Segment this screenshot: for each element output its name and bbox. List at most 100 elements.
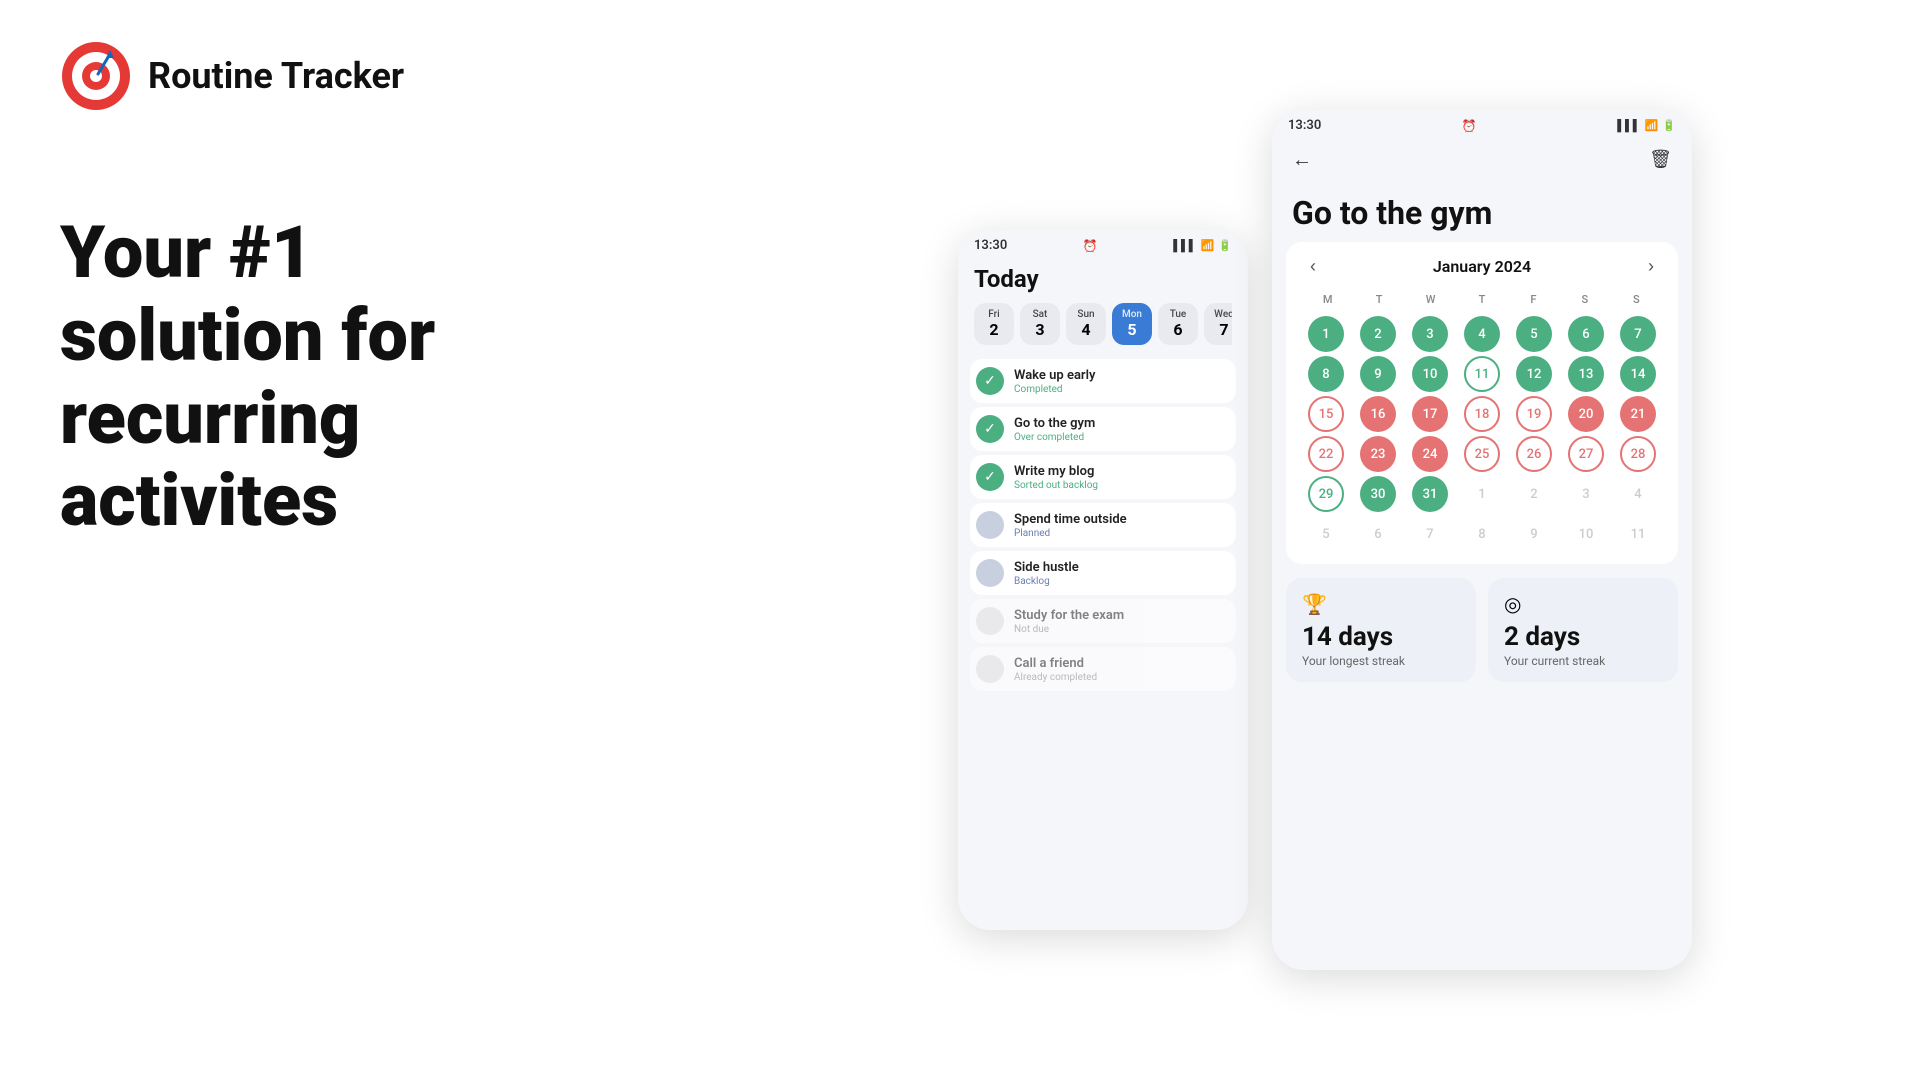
date-num: 2	[989, 320, 998, 339]
phone2-nav: ← 🗑	[1272, 137, 1692, 178]
task-info: Side hustle Backlog	[1014, 560, 1230, 587]
calendar: ‹ January 2024 › MTWTFSS 123456789101112…	[1286, 242, 1678, 564]
calendar-day[interactable]: 11	[1620, 516, 1656, 552]
calendar-day[interactable]: 26	[1516, 436, 1552, 472]
task-checkbox	[976, 559, 1004, 587]
task-item[interactable]: Study for the exam Not due	[970, 599, 1236, 643]
calendar-day[interactable]: 29	[1308, 476, 1344, 512]
calendar-day[interactable]: 17	[1412, 396, 1448, 432]
task-info: Write my blog Sorted out backlog	[1014, 464, 1230, 491]
task-info: Study for the exam Not due	[1014, 608, 1230, 635]
calendar-day[interactable]: 14	[1620, 356, 1656, 392]
date-num: 3	[1035, 320, 1044, 339]
calendar-day[interactable]: 4	[1464, 316, 1500, 352]
calendar-day[interactable]: 30	[1360, 476, 1396, 512]
task-item[interactable]: ✓ Wake up early Completed	[970, 359, 1236, 403]
today-title: Today	[974, 265, 1232, 293]
calendar-day[interactable]: 18	[1464, 396, 1500, 432]
streak-label: Your longest streak	[1302, 654, 1460, 668]
task-checkbox: ✓	[976, 463, 1004, 491]
streak-card: 🏆 14 days Your longest streak	[1286, 578, 1476, 682]
task-item[interactable]: ✓ Write my blog Sorted out backlog	[970, 455, 1236, 499]
calendar-day[interactable]: 2	[1360, 316, 1396, 352]
task-checkbox: ✓	[976, 367, 1004, 395]
calendar-weekday: T	[1353, 289, 1404, 310]
calendar-day[interactable]: 8	[1464, 516, 1500, 552]
calendar-nav: ‹ January 2024 ›	[1302, 254, 1662, 279]
calendar-day[interactable]: 25	[1464, 436, 1500, 472]
calendar-day[interactable]: 6	[1568, 316, 1604, 352]
calendar-day[interactable]: 5	[1308, 516, 1344, 552]
calendar-day[interactable]: 10	[1412, 356, 1448, 392]
calendar-day[interactable]: 1	[1308, 316, 1344, 352]
calendar-day[interactable]: 24	[1412, 436, 1448, 472]
left-section: Routine Tracker Your #1 solution for rec…	[0, 0, 750, 1080]
calendar-day[interactable]: 28	[1620, 436, 1656, 472]
calendar-day[interactable]: 9	[1360, 356, 1396, 392]
calendar-day[interactable]: 4	[1620, 476, 1656, 512]
date-item[interactable]: Mon5	[1112, 303, 1152, 345]
date-item[interactable]: Wed7	[1204, 303, 1232, 345]
calendar-day[interactable]: 22	[1308, 436, 1344, 472]
date-item[interactable]: Fri2	[974, 303, 1014, 345]
status-icons-1: ▌▌▌ 📶 🔋	[1173, 239, 1232, 252]
task-status: Not due	[1014, 624, 1230, 635]
date-item[interactable]: Sat3	[1020, 303, 1060, 345]
task-item[interactable]: ✓ Go to the gym Over completed	[970, 407, 1236, 451]
status-time-2: 13:30	[1288, 118, 1321, 133]
wifi-icon: 📶	[1201, 239, 1215, 252]
calendar-day[interactable]: 13	[1568, 356, 1604, 392]
calendar-day[interactable]: 19	[1516, 396, 1552, 432]
calendar-day[interactable]: 16	[1360, 396, 1396, 432]
next-month-button[interactable]: ›	[1640, 254, 1662, 279]
task-checkbox	[976, 607, 1004, 635]
back-button[interactable]: ←	[1292, 147, 1312, 172]
calendar-day[interactable]: 7	[1620, 316, 1656, 352]
streak-card: ◎ 2 days Your current streak	[1488, 578, 1678, 682]
streak-days: 2 days	[1504, 622, 1662, 652]
task-checkbox: ✓	[976, 415, 1004, 443]
signal-icon: ▌▌▌	[1173, 239, 1196, 252]
wifi-icon-2: 📶	[1645, 119, 1659, 132]
calendar-day[interactable]: 10	[1568, 516, 1604, 552]
date-num: 4	[1081, 320, 1090, 339]
prev-month-button[interactable]: ‹	[1302, 254, 1324, 279]
calendar-day[interactable]: 21	[1620, 396, 1656, 432]
calendar-day[interactable]: 23	[1360, 436, 1396, 472]
calendar-day[interactable]: 5	[1516, 316, 1552, 352]
phone2-screen: 13:30 ⏰ ▌▌▌ 📶 🔋 ← 🗑 Go to the gym ‹ Janu…	[1272, 110, 1692, 970]
status-bar-2: 13:30 ⏰ ▌▌▌ 📶 🔋	[1272, 110, 1692, 137]
date-day-label: Sun	[1077, 309, 1094, 320]
calendar-day[interactable]: 20	[1568, 396, 1604, 432]
calendar-day[interactable]: 3	[1412, 316, 1448, 352]
calendar-day[interactable]: 12	[1516, 356, 1552, 392]
streak-icon: ◎	[1504, 592, 1662, 616]
task-item[interactable]: Call a friend Already completed	[970, 647, 1236, 691]
task-item[interactable]: Spend time outside Planned	[970, 503, 1236, 547]
alarm-icon: ⏰	[1083, 239, 1098, 253]
calendar-day[interactable]: 7	[1412, 516, 1448, 552]
calendar-day[interactable]: 31	[1412, 476, 1448, 512]
calendar-day[interactable]: 15	[1308, 396, 1344, 432]
date-num: 7	[1219, 320, 1228, 339]
hero-text: Your #1 solution for recurring activites	[60, 212, 690, 543]
calendar-day[interactable]: 8	[1308, 356, 1344, 392]
calendar-day[interactable]: 11	[1464, 356, 1500, 392]
calendar-weekday: F	[1508, 289, 1559, 310]
task-info: Wake up early Completed	[1014, 368, 1230, 395]
date-day-label: Mon	[1122, 309, 1142, 320]
task-name: Spend time outside	[1014, 512, 1230, 527]
calendar-day[interactable]: 2	[1516, 476, 1552, 512]
calendar-day[interactable]: 1	[1464, 476, 1500, 512]
delete-button[interactable]: 🗑	[1649, 149, 1672, 170]
calendar-day[interactable]: 6	[1360, 516, 1396, 552]
date-item[interactable]: Sun4	[1066, 303, 1106, 345]
calendar-day[interactable]: 3	[1568, 476, 1604, 512]
alarm-icon-2: ⏰	[1462, 119, 1477, 133]
calendar-day[interactable]: 9	[1516, 516, 1552, 552]
calendar-weekday: S	[1611, 289, 1662, 310]
task-item[interactable]: Side hustle Backlog	[970, 551, 1236, 595]
date-item[interactable]: Tue6	[1158, 303, 1198, 345]
calendar-day[interactable]: 27	[1568, 436, 1604, 472]
calendar-weekday: W	[1405, 289, 1456, 310]
